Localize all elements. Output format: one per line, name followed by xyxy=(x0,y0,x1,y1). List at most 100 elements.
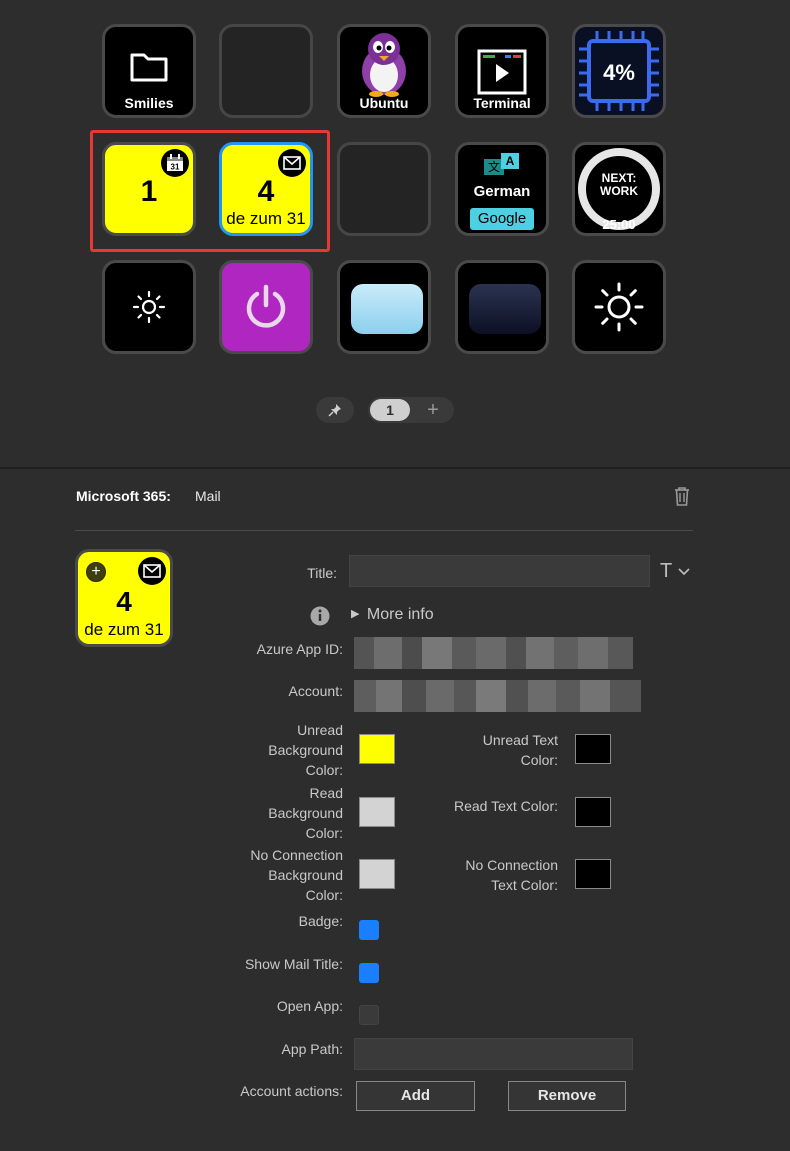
label-line: No Connection xyxy=(465,857,558,873)
label-line: Read xyxy=(309,785,343,801)
envelope-icon xyxy=(283,156,301,170)
unread-text-color-swatch[interactable] xyxy=(575,734,611,764)
label-line: Background xyxy=(268,742,343,758)
title-label: Title: xyxy=(307,565,337,581)
title-input[interactable] xyxy=(349,555,650,587)
light-screen-icon xyxy=(351,284,423,334)
azure-app-id-label: Azure App ID: xyxy=(256,641,343,657)
key-preview[interactable]: + 4 de zum 31 xyxy=(75,549,173,647)
label-line: Unread xyxy=(297,722,343,738)
translate-icon: 文 A xyxy=(484,153,520,175)
translate-service: Google xyxy=(470,208,534,230)
add-state-button[interactable]: + xyxy=(86,562,106,582)
label-line: Unread Text xyxy=(482,732,558,748)
add-account-button[interactable]: Add xyxy=(356,1081,475,1111)
unread-text-color-label: Unread Text Color: xyxy=(420,730,558,770)
key-terminal[interactable]: Terminal xyxy=(455,24,549,118)
translate-language: German xyxy=(473,183,531,200)
key-brightness-low[interactable] xyxy=(102,260,196,354)
penguin-icon xyxy=(362,33,406,97)
key-label: Ubuntu xyxy=(359,95,409,111)
mail-badge xyxy=(138,557,166,585)
no-connection-text-color-swatch[interactable] xyxy=(575,859,611,889)
key-mail[interactable]: 4 de zum 31 xyxy=(219,142,313,236)
text-format-icon: T xyxy=(660,560,673,582)
label-line: Color: xyxy=(305,887,343,903)
more-info-toggle[interactable]: ▶ More info xyxy=(351,606,434,624)
mail-subtitle: de zum 31 xyxy=(226,209,306,228)
key-smilies-folder[interactable]: Smilies xyxy=(102,24,196,118)
badge-label: Badge: xyxy=(298,913,343,929)
no-connection-text-color-label: No Connection Text Color: xyxy=(420,855,558,895)
timer-title-line2: WORK xyxy=(600,184,638,198)
mail-count: 4 xyxy=(257,175,275,208)
power-icon xyxy=(246,284,286,328)
unread-background-color-label: Unread Background Color: xyxy=(200,720,343,780)
cpu-percentage: 4% xyxy=(603,60,635,85)
more-info-label: More info xyxy=(366,606,434,623)
azure-app-id-field-redacted[interactable] xyxy=(354,637,633,669)
key-label: Smilies xyxy=(124,95,174,111)
terminal-window-icon xyxy=(477,49,527,95)
key-empty[interactable] xyxy=(337,142,431,236)
account-field-redacted[interactable] xyxy=(354,680,641,712)
label-line: Text Color: xyxy=(491,877,558,893)
info-icon xyxy=(310,606,330,626)
account-label: Account: xyxy=(288,683,343,699)
pin-icon xyxy=(328,404,341,417)
label-line: Background xyxy=(268,805,343,821)
folder-icon xyxy=(130,53,168,82)
sun-small-icon xyxy=(132,290,166,324)
open-app-label: Open App: xyxy=(276,998,343,1014)
add-page-button[interactable]: + xyxy=(422,397,444,423)
mail-badge xyxy=(278,149,306,177)
key-label: Terminal xyxy=(473,95,531,111)
translate-glyph-target: A xyxy=(501,153,519,169)
pin-button[interactable] xyxy=(316,397,354,423)
label-line: Color: xyxy=(305,825,343,841)
calendar-icon: 31 xyxy=(167,154,183,172)
key-power[interactable] xyxy=(219,260,313,354)
remove-account-button[interactable]: Remove xyxy=(508,1081,626,1111)
no-connection-background-color-swatch[interactable] xyxy=(359,859,395,889)
panel-divider[interactable] xyxy=(0,467,790,469)
label-line: Color: xyxy=(305,762,343,778)
label-line: Color: xyxy=(520,752,558,768)
chevron-down-icon xyxy=(678,568,690,576)
open-app-checkbox[interactable] xyxy=(359,1005,379,1025)
calendar-count: 1 xyxy=(140,175,158,208)
preview-subtitle: de zum 31 xyxy=(84,620,164,639)
page-1-button[interactable]: 1 xyxy=(370,399,410,421)
key-calendar[interactable]: 1 31 xyxy=(102,142,196,236)
key-cpu-usage[interactable]: 4% xyxy=(572,24,666,118)
show-mail-title-checkbox[interactable] xyxy=(359,963,379,983)
section-divider xyxy=(75,530,693,531)
calendar-badge: 31 xyxy=(161,149,189,177)
label-line: No Connection xyxy=(250,847,343,863)
key-pomodoro-timer[interactable]: NEXT: WORK 25:00 xyxy=(572,142,666,236)
badge-checkbox[interactable] xyxy=(359,920,379,940)
read-text-color-label: Read Text Color: xyxy=(453,798,558,814)
plugin-name: Microsoft 365: xyxy=(76,488,171,504)
read-text-color-swatch[interactable] xyxy=(575,797,611,827)
show-mail-title-label: Show Mail Title: xyxy=(244,956,343,972)
timer-time: 25:00 xyxy=(602,217,636,232)
unread-background-color-swatch[interactable] xyxy=(359,734,395,764)
envelope-icon xyxy=(143,564,161,578)
key-screen-light[interactable] xyxy=(337,260,431,354)
key-translate[interactable]: 文 A German Google xyxy=(455,142,549,236)
action-breadcrumb: Microsoft 365: Mail xyxy=(76,488,221,504)
read-background-color-swatch[interactable] xyxy=(359,797,395,827)
title-font-button[interactable]: T xyxy=(660,560,692,582)
app-path-input[interactable] xyxy=(354,1038,633,1070)
app-path-label: App Path: xyxy=(281,1041,344,1057)
key-empty[interactable] xyxy=(219,24,313,118)
key-canvas: Smilies Ubuntu Terminal 4% 1 31 4 de zum… xyxy=(0,0,790,467)
key-ubuntu[interactable]: Ubuntu xyxy=(337,24,431,118)
key-brightness-high[interactable] xyxy=(572,260,666,354)
triangle-right-icon: ▶ xyxy=(351,608,360,620)
trash-icon[interactable] xyxy=(672,485,692,507)
sun-large-icon xyxy=(594,282,644,332)
key-screen-dark[interactable] xyxy=(455,260,549,354)
read-background-color-label: Read Background Color: xyxy=(200,783,343,843)
